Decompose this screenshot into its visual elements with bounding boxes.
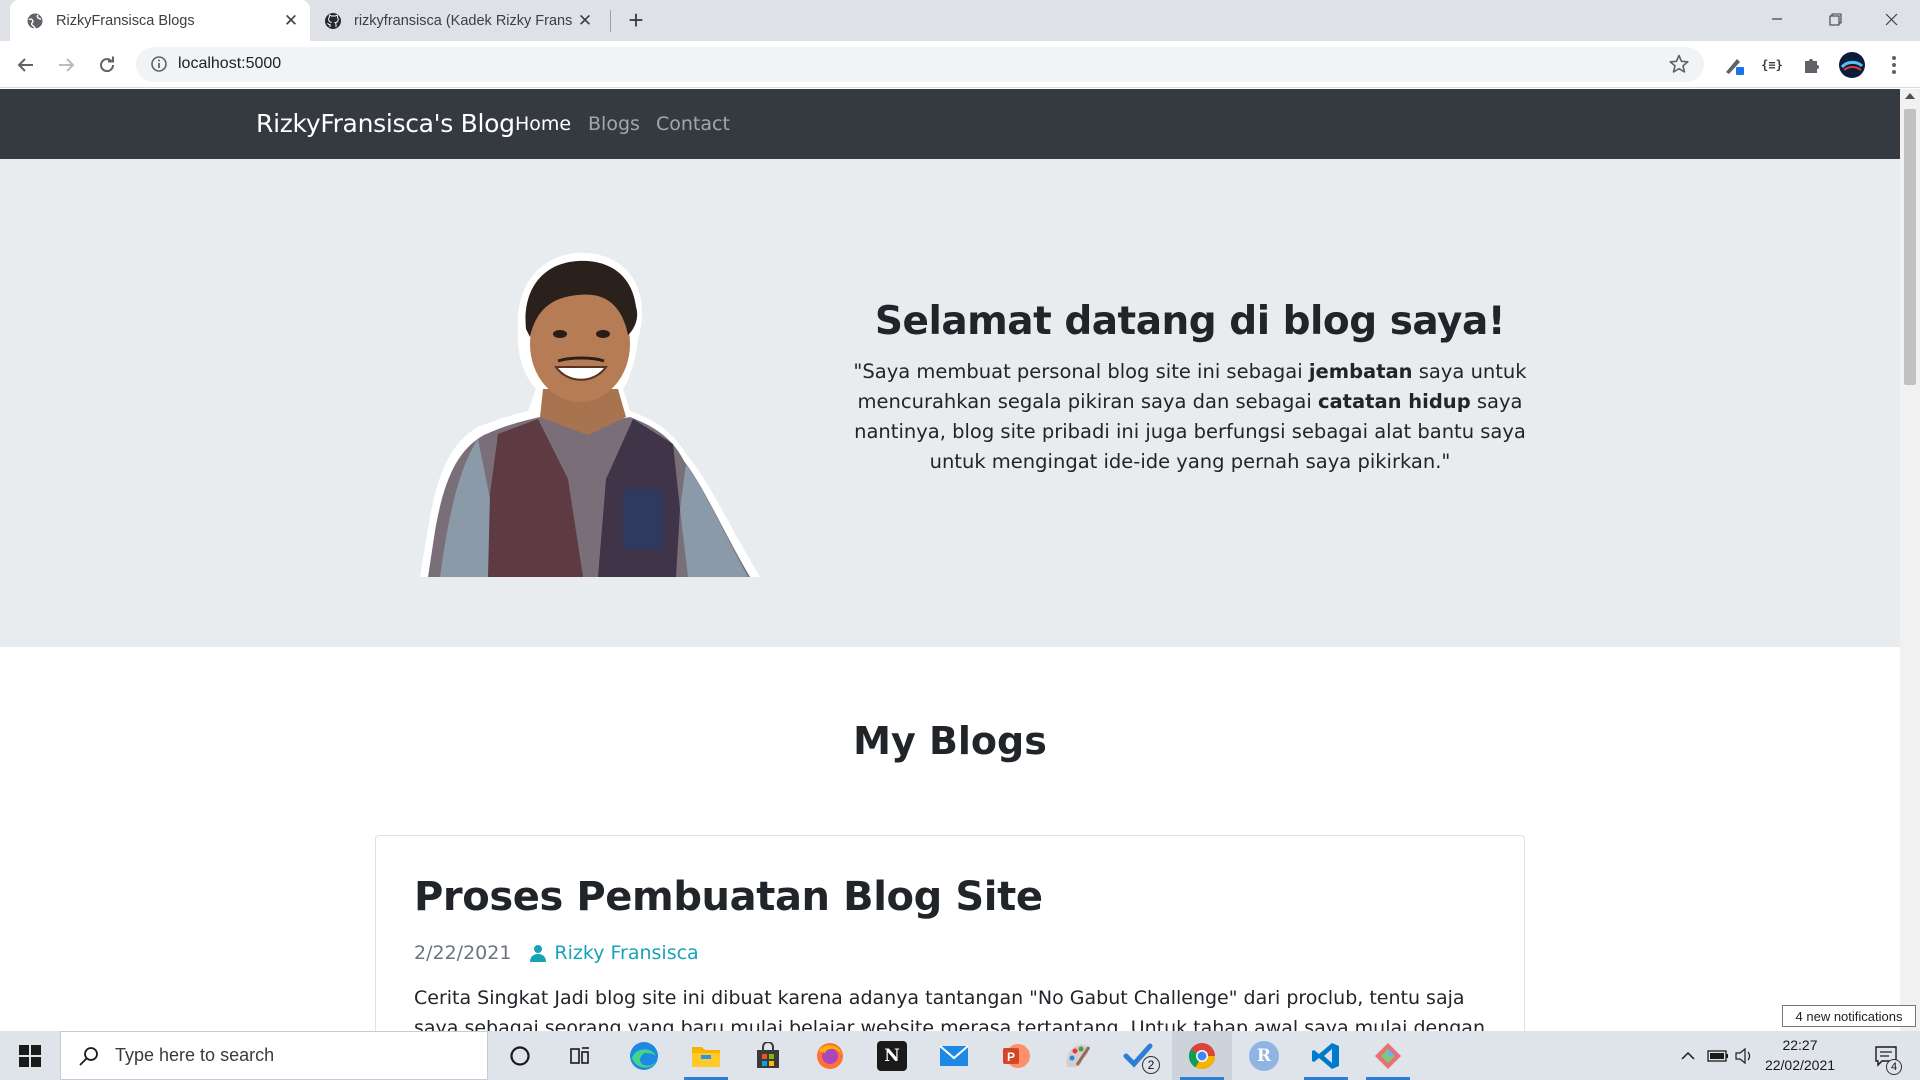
nav-link-home[interactable]: Home xyxy=(515,113,571,135)
forward-button[interactable] xyxy=(50,49,82,81)
page-scrollbar[interactable] xyxy=(1900,89,1920,1031)
windows-taskbar: Type here to search N P 2 R 22:27 22/02/… xyxy=(0,1031,1920,1080)
file-explorer-icon[interactable] xyxy=(676,1031,736,1080)
bookmark-star-icon[interactable] xyxy=(1668,53,1690,75)
close-tab-icon[interactable]: ✕ xyxy=(572,8,598,34)
tab-github-profile[interactable]: rizkyfransisca (Kadek Rizky Fransisca) ✕ xyxy=(314,0,604,41)
user-icon xyxy=(529,944,547,962)
back-button[interactable] xyxy=(10,49,42,81)
hero-quote: "Saya membuat personal blog site ini seb… xyxy=(848,357,1532,477)
browser-toolbar: localhost:5000 {≡} xyxy=(0,41,1920,88)
github-icon xyxy=(324,12,342,30)
powerpoint-icon[interactable]: P xyxy=(986,1031,1046,1080)
system-clock[interactable]: 22:27 22/02/2021 xyxy=(1752,1035,1848,1075)
task-view-icon[interactable] xyxy=(550,1031,610,1080)
restore-button[interactable] xyxy=(1806,0,1864,38)
minimize-button[interactable] xyxy=(1748,0,1806,38)
blog-post-card[interactable]: Proses Pembuatan Blog Site 2/22/2021 Riz… xyxy=(375,835,1525,1031)
browser-menu-icon[interactable] xyxy=(1878,49,1910,81)
scroll-up-arrow-icon[interactable] xyxy=(1905,93,1915,99)
quote-highlight: jembatan xyxy=(1308,360,1413,383)
battery-icon[interactable] xyxy=(1704,1031,1732,1080)
search-placeholder: Type here to search xyxy=(115,1045,275,1065)
tab-title: rizkyfransisca (Kadek Rizky Fransisca) xyxy=(354,12,572,29)
todo-badge: 2 xyxy=(1142,1056,1160,1074)
paint-icon[interactable] xyxy=(1048,1031,1108,1080)
firefox-icon[interactable] xyxy=(800,1031,860,1080)
show-hidden-icons-chevron-icon[interactable] xyxy=(1676,1031,1700,1080)
svg-text:P: P xyxy=(1007,1050,1015,1064)
notion-icon[interactable]: N xyxy=(862,1031,922,1080)
taskbar-search-box[interactable]: Type here to search xyxy=(60,1031,488,1080)
action-center-icon[interactable]: 4 xyxy=(1862,1031,1910,1080)
git-icon[interactable] xyxy=(1358,1031,1418,1080)
vscode-icon[interactable] xyxy=(1296,1031,1356,1080)
tab-separator xyxy=(610,10,611,32)
address-bar[interactable]: localhost:5000 xyxy=(136,47,1704,82)
author-portrait xyxy=(418,239,768,577)
post-title[interactable]: Proses Pembuatan Blog Site xyxy=(414,874,1043,920)
store-icon[interactable] xyxy=(738,1031,798,1080)
profile-avatar[interactable] xyxy=(1836,49,1868,81)
hero-jumbotron: Selamat datang di blog saya! "Saya membu… xyxy=(0,159,1900,647)
new-tab-button[interactable]: + xyxy=(622,6,650,34)
site-brand-link[interactable]: RizkyFransisca's Blog xyxy=(256,109,515,138)
reload-button[interactable] xyxy=(91,49,123,81)
post-author-link[interactable]: Rizky Fransisca xyxy=(554,942,698,964)
tab-title: RizkyFransisca Blogs xyxy=(56,12,195,29)
mail-icon[interactable] xyxy=(924,1031,984,1080)
hero-title: Selamat datang di blog saya! xyxy=(874,299,1506,344)
chrome-icon[interactable] xyxy=(1172,1031,1232,1080)
post-excerpt: Cerita Singkat Jadi blog site ini dibuat… xyxy=(414,987,1485,1031)
start-button[interactable] xyxy=(0,1031,60,1080)
clock-time: 22:27 xyxy=(1782,1037,1818,1053)
scrollbar-thumb[interactable] xyxy=(1904,109,1916,385)
close-tab-icon[interactable]: ✕ xyxy=(278,8,304,34)
url-text: localhost:5000 xyxy=(178,55,282,72)
browser-tab-strip: RizkyFransisca Blogs ✕ rizkyfransisca (K… xyxy=(0,0,1920,41)
post-date: 2/22/2021 xyxy=(414,942,512,964)
post-meta: 2/22/2021 Rizky Fransisca xyxy=(414,942,699,964)
nav-link-contact[interactable]: Contact xyxy=(656,113,730,135)
r-icon[interactable]: R xyxy=(1234,1031,1294,1080)
windows-logo-icon xyxy=(19,1044,41,1067)
json-extension-icon[interactable]: {≡} xyxy=(1756,49,1788,81)
page-viewport: RizkyFransisca's Blog Home Blogs Contact xyxy=(0,89,1900,1031)
clock-date: 22/02/2021 xyxy=(1764,1057,1836,1073)
cortana-icon[interactable] xyxy=(490,1031,550,1080)
section-title-my-blogs: My Blogs xyxy=(853,719,1047,763)
quote-part: "Saya membuat personal blog site ini seb… xyxy=(853,360,1309,383)
globe-icon xyxy=(26,12,44,30)
nav-link-blogs[interactable]: Blogs xyxy=(588,113,640,135)
todo-icon[interactable]: 2 xyxy=(1110,1031,1170,1080)
search-icon xyxy=(77,1044,101,1068)
extensions-puzzle-icon[interactable] xyxy=(1796,49,1828,81)
close-window-button[interactable] xyxy=(1862,0,1920,38)
notification-tooltip: 4 new notifications xyxy=(1782,1005,1916,1027)
site-navbar: RizkyFransisca's Blog Home Blogs Contact xyxy=(0,89,1900,159)
edge-icon[interactable] xyxy=(614,1031,674,1080)
site-info-icon[interactable] xyxy=(150,55,168,73)
tab-rizkyfransisca-blogs[interactable]: RizkyFransisca Blogs ✕ xyxy=(10,0,310,41)
extension-pen-icon[interactable] xyxy=(1718,49,1750,81)
action-center-badge: 4 xyxy=(1886,1059,1902,1075)
quote-highlight: catatan hidup xyxy=(1317,390,1471,413)
